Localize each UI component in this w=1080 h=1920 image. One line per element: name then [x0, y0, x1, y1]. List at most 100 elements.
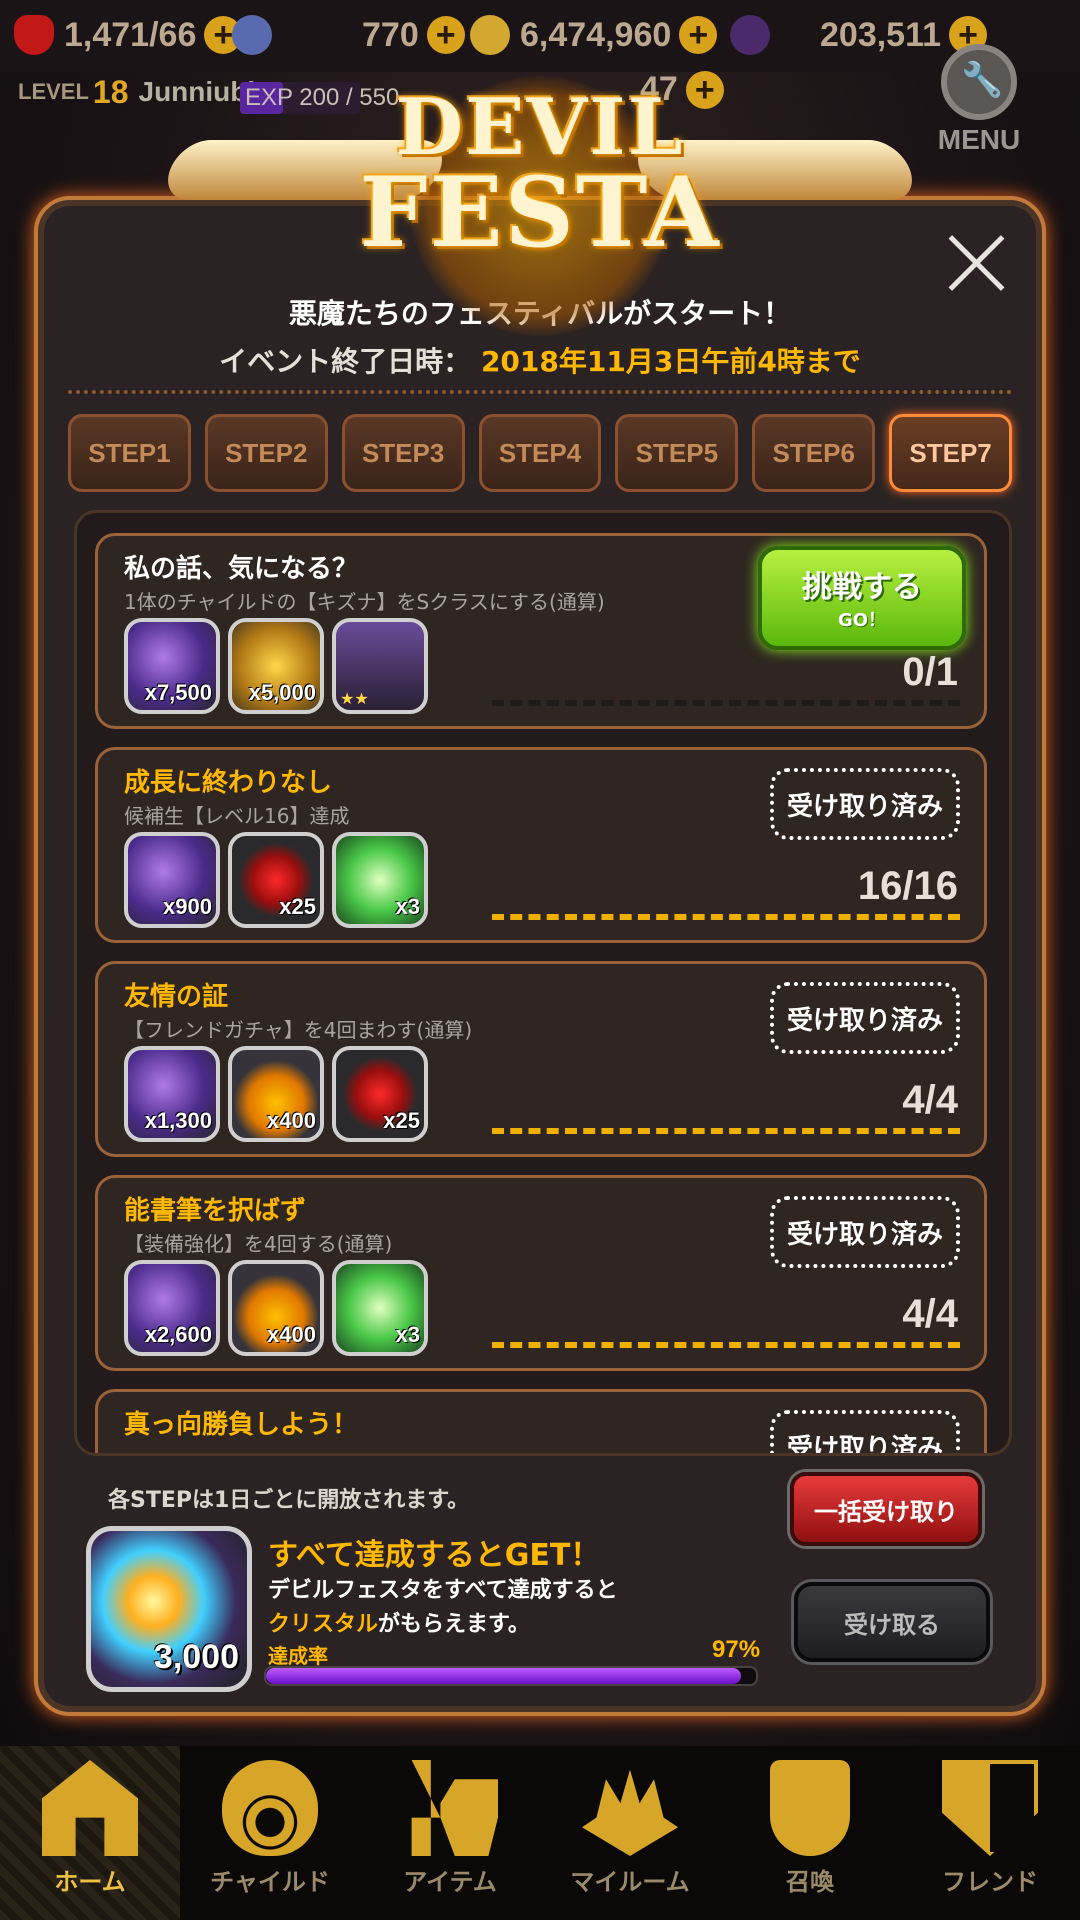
tab-step-3[interactable]: STEP3 — [341, 414, 465, 492]
bonus-desc-line2: クリスタルがもらえます。 — [268, 1606, 530, 1638]
mission-title: 成長に終わりなし — [124, 768, 333, 798]
event-end-date: イベント終了日時： 2018年11月3日午前4時まで — [0, 340, 1080, 380]
mission-desc: 【装備強化】を4回する(通算) — [124, 1232, 393, 1256]
completion-rate-fill — [266, 1668, 742, 1684]
tab-step-2[interactable]: STEP2 — [204, 414, 328, 492]
heart-icon[interactable]: x25 — [332, 1046, 428, 1142]
tab-step-1[interactable]: STEP1 — [68, 414, 191, 492]
challenge-label: 挑戦する — [802, 570, 922, 605]
bonus-title: すべて達成するとGET！ — [268, 1538, 601, 1573]
divider — [68, 390, 1012, 394]
mission-rewards: x1,300 x400 x25 — [124, 1046, 428, 1142]
coins-value: 6,474,960 — [520, 15, 672, 54]
bonus-desc-line1: デビルフェスタをすべて達成すると — [268, 1578, 618, 1603]
ticket-icon[interactable]: x3 — [332, 1260, 428, 1356]
progress-fill — [492, 1128, 960, 1134]
reward-count: x3 — [395, 1322, 420, 1347]
mission-rewards: x2,600 x400 x3 — [124, 1260, 428, 1356]
reward-count: x2,600 — [144, 1322, 212, 1347]
hearts-value: 1,471/66 — [64, 15, 197, 54]
item-icon — [411, 1760, 498, 1856]
completion-rate-value: 97% — [712, 1636, 761, 1663]
claim-button[interactable]: 受け取る — [794, 1582, 990, 1662]
bottom-nav: ホーム チャイルド アイテム マイルーム 召喚 フレンド — [0, 1746, 1080, 1920]
devil-festa-logo: DEVIL FESTA — [159, 60, 921, 336]
tab-step-4[interactable]: STEP4 — [478, 414, 602, 492]
add-coins-button[interactable]: + — [679, 16, 718, 54]
gem-icon[interactable]: x2,600 — [124, 1260, 220, 1356]
hearts-counter: 1,471/66 + — [14, 10, 243, 60]
step-unlock-note: 各STEPは1日ごとに開放されます。 — [108, 1488, 470, 1513]
nav-label: チャイルド — [210, 1868, 330, 1896]
reward-count: x400 — [267, 1108, 316, 1133]
end-date-value: 2018年11月3日午前4時まで — [480, 345, 861, 378]
coins-counter: 6,474,960 + — [470, 10, 718, 60]
coin-icon[interactable]: x5,000 — [228, 618, 324, 714]
heart-icon — [14, 15, 54, 55]
coin-icon — [470, 15, 510, 55]
crystals-value: 203,511 — [820, 15, 942, 54]
level-label: LEVEL — [18, 79, 89, 104]
nav-item-my-room[interactable]: マイルーム — [540, 1746, 720, 1920]
progress-track — [492, 700, 960, 706]
menu-label: MENU — [937, 124, 1021, 155]
nav-label: アイテム — [403, 1868, 497, 1896]
reward-count: x900 — [163, 894, 212, 919]
gem-icon[interactable]: x1,300 — [124, 1046, 220, 1142]
received-badge: 受け取り済み — [770, 768, 960, 840]
mission-desc: 1体のチャイルドの【キズナ】をSクラスにする(通算) — [124, 590, 605, 614]
reward-count: x400 — [267, 1322, 316, 1347]
bulk-claim-button[interactable]: 一括受け取り — [790, 1472, 982, 1546]
gem-icon — [232, 15, 272, 55]
gem-icon[interactable]: x7,500 — [124, 618, 220, 714]
mission-rewards: x7,500 x5,000 ★★ — [124, 618, 428, 714]
menu-button[interactable]: MENU — [936, 44, 1022, 164]
close-button[interactable] — [944, 230, 1010, 296]
tab-step-7[interactable]: STEP7 — [889, 414, 1013, 492]
friend-icon — [942, 1760, 1038, 1856]
reward-count: x7,500 — [144, 680, 212, 705]
nav-item-home[interactable]: ホーム — [0, 1746, 180, 1920]
end-date-label: イベント終了日時： — [219, 345, 472, 378]
mission-card: 真っ向勝負しよう！ 受け取り済み — [95, 1389, 987, 1453]
medal-icon[interactable]: x400 — [228, 1046, 324, 1142]
nav-label: フレンド — [942, 1868, 1038, 1896]
child-icon — [222, 1760, 318, 1856]
mission-card: 成長に終わりなし候補生【レベル16】達成 x900 x25 x3 受け取り済み 16/16 — [95, 747, 987, 943]
medal-icon[interactable]: x400 — [228, 1260, 324, 1356]
progress-fill — [492, 1342, 960, 1348]
bonus-highlight: クリスタル — [268, 1612, 379, 1637]
reward-count: x5,000 — [248, 680, 316, 705]
mission-card: 私の話、気になる？ 1体のチャイルドの【キズナ】をSクラスにする(通算) x7,50… — [95, 533, 987, 729]
nav-item-friend[interactable]: フレンド — [900, 1746, 1080, 1920]
gems-value: 770 — [362, 15, 419, 54]
progress-fill — [492, 914, 960, 920]
gem-icon[interactable]: x900 — [124, 832, 220, 928]
add-gems-button[interactable]: + — [426, 16, 465, 54]
heart-icon[interactable]: x25 — [228, 832, 324, 928]
challenge-go-button[interactable]: 挑戦する GO！ — [758, 546, 966, 650]
nav-item-child[interactable]: チャイルド — [180, 1746, 360, 1920]
nav-item-summon[interactable]: 召喚 — [720, 1746, 900, 1920]
mission-card: 能書筆を択ばず 【装備強化】を4回する(通算) x2,600 x400 x3 受け取り済み… — [95, 1175, 987, 1371]
nav-item-item[interactable]: アイテム — [360, 1746, 540, 1920]
child-card-icon[interactable]: ★★ — [332, 618, 428, 714]
reward-count: x25 — [279, 894, 316, 919]
level-value: 18 — [92, 73, 129, 110]
tab-step-5[interactable]: STEP5 — [615, 414, 739, 492]
ticket-icon[interactable]: x3 — [332, 832, 428, 928]
tab-step-6[interactable]: STEP6 — [752, 414, 876, 492]
crystal-reward-icon: 3,000 — [86, 1526, 252, 1692]
logo-text-festa: FESTA — [359, 156, 721, 269]
mission-title: 私の話、気になる？ — [124, 554, 359, 584]
mission-list[interactable]: 私の話、気になる？ 1体のチャイルドの【キズナ】をSクラスにする(通算) x7,50… — [74, 510, 1012, 1456]
mission-progress-text: 16/16 — [857, 864, 958, 908]
mission-title: 友情の証 — [124, 982, 229, 1012]
mission-desc: 候補生【レベル16】達成 — [124, 804, 350, 828]
received-badge: 受け取り済み — [770, 982, 960, 1054]
reward-count: x25 — [383, 1108, 420, 1133]
nav-label: ホーム — [54, 1868, 126, 1896]
gems-counter: 770 + — [232, 10, 465, 60]
mission-title: 真っ向勝負しよう！ — [124, 1410, 359, 1440]
nav-label: マイルーム — [570, 1868, 690, 1896]
